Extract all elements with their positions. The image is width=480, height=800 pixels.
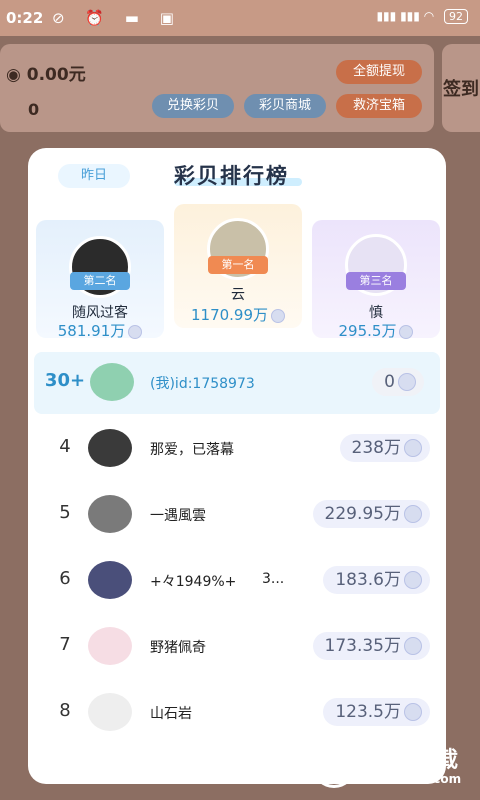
row-score: 229.95万	[312, 500, 430, 528]
coin-icon	[404, 439, 422, 457]
avatar	[88, 495, 132, 533]
status-bar: 0:22 ⊘ ⏰ ▬ ▣ ▮▮▮ ▮▮▮ ◠ 92	[0, 0, 480, 36]
status-right: ▮▮▮ ▮▮▮ ◠ 92	[376, 9, 468, 24]
rank-number: 8	[59, 700, 71, 721]
exchange-button[interactable]: 兑换彩贝	[152, 94, 234, 118]
table-row[interactable]: 6 +々1949%+ 3... 183.6万	[28, 550, 446, 612]
coin-icon	[404, 703, 422, 721]
avatar	[90, 363, 134, 401]
shop-button[interactable]: 彩贝商城	[244, 94, 326, 118]
watermark-brand: 飞翔下载	[364, 748, 461, 773]
rescue-box-button[interactable]: 救济宝箱	[336, 94, 422, 118]
beans-value: 0	[28, 100, 40, 119]
logo-icon	[312, 744, 356, 788]
podium-name: 云	[231, 287, 245, 303]
row-name: 那爱，已落幕	[150, 442, 234, 458]
table-row[interactable]: 5 一遇風雲 229.95万	[28, 484, 446, 546]
avatar	[88, 429, 132, 467]
rank-badge: 第二名	[70, 272, 130, 290]
coin-icon	[128, 324, 143, 339]
podium-score: 581.91万	[36, 320, 164, 341]
table-row[interactable]: 7 野猪佩奇 173.35万	[28, 616, 446, 678]
avatar	[88, 561, 132, 599]
notification-icons: ⊘ ⏰ ▬ ▣	[52, 9, 182, 27]
withdraw-all-button[interactable]: 全额提现	[336, 60, 422, 84]
table-row[interactable]: 8 山石岩 123.5万	[28, 682, 446, 744]
coin-icon	[399, 324, 414, 339]
rank-number: 5	[59, 502, 71, 523]
row-score: 0	[372, 368, 424, 396]
podium-third[interactable]: 第三名 慎 295.5万	[312, 220, 440, 341]
rank-number: 6	[59, 568, 71, 589]
watermark: 飞翔下载 www.fxxz.com	[312, 742, 474, 794]
row-name: 一遇風雲	[150, 508, 206, 524]
podium-name: 慎	[369, 305, 383, 321]
signal-icon: ▮▮▮ ▮▮▮ ◠	[376, 9, 435, 23]
table-row[interactable]: 4 那爱，已落幕 238万	[28, 418, 446, 480]
rank-number: 7	[59, 634, 71, 655]
status-time: 0:22	[6, 9, 44, 27]
row-name: 野猪佩奇	[150, 640, 206, 656]
avatar	[88, 693, 132, 731]
my-rank-row[interactable]: 30+ (我)id:1758973 0	[34, 352, 440, 414]
row-score: 173.35万	[312, 632, 430, 660]
tab-yesterday[interactable]: 昨日	[58, 164, 130, 188]
row-score: 238万	[339, 434, 430, 462]
podium-name: 随风过客	[72, 305, 128, 321]
coin-icon	[404, 505, 422, 523]
podium-score: 295.5万	[312, 320, 440, 341]
avatar	[88, 627, 132, 665]
coin-icon	[271, 308, 286, 323]
podium-first[interactable]: 第一名 云 1170.99万	[174, 204, 302, 328]
podium-second[interactable]: 第二名 随风过客 581.91万	[36, 220, 164, 341]
rank-badge: 第三名	[346, 272, 406, 290]
row-name: (我)id:1758973	[150, 376, 255, 392]
wallet-card	[0, 44, 434, 132]
podium-score: 1170.99万	[174, 304, 302, 325]
row-name: 山石岩	[150, 706, 192, 722]
rank-badge: 第一名	[208, 256, 268, 274]
coin-icon	[404, 571, 422, 589]
leaderboard-modal: 昨日 彩贝排行榜 第二名 随风过客 581.91万 第一名 云 1170.99万…	[28, 148, 446, 784]
row-name-extra: 3...	[262, 571, 285, 587]
coin-icon	[398, 373, 416, 391]
row-score: 183.6万	[323, 566, 430, 594]
watermark-url: www.fxxz.com	[364, 772, 462, 786]
sign-in-button[interactable]: 签到	[442, 44, 480, 132]
battery-icon: 92	[444, 9, 468, 24]
coin-icon	[404, 637, 422, 655]
rank-number: 4	[59, 436, 71, 457]
row-score: 123.5万	[323, 698, 430, 726]
row-name: +々1949%+	[150, 574, 237, 590]
rank-number: 30+	[44, 370, 86, 391]
coins-value: ◉ 0.00元	[6, 65, 86, 85]
modal-title: 彩贝排行榜	[174, 164, 289, 188]
